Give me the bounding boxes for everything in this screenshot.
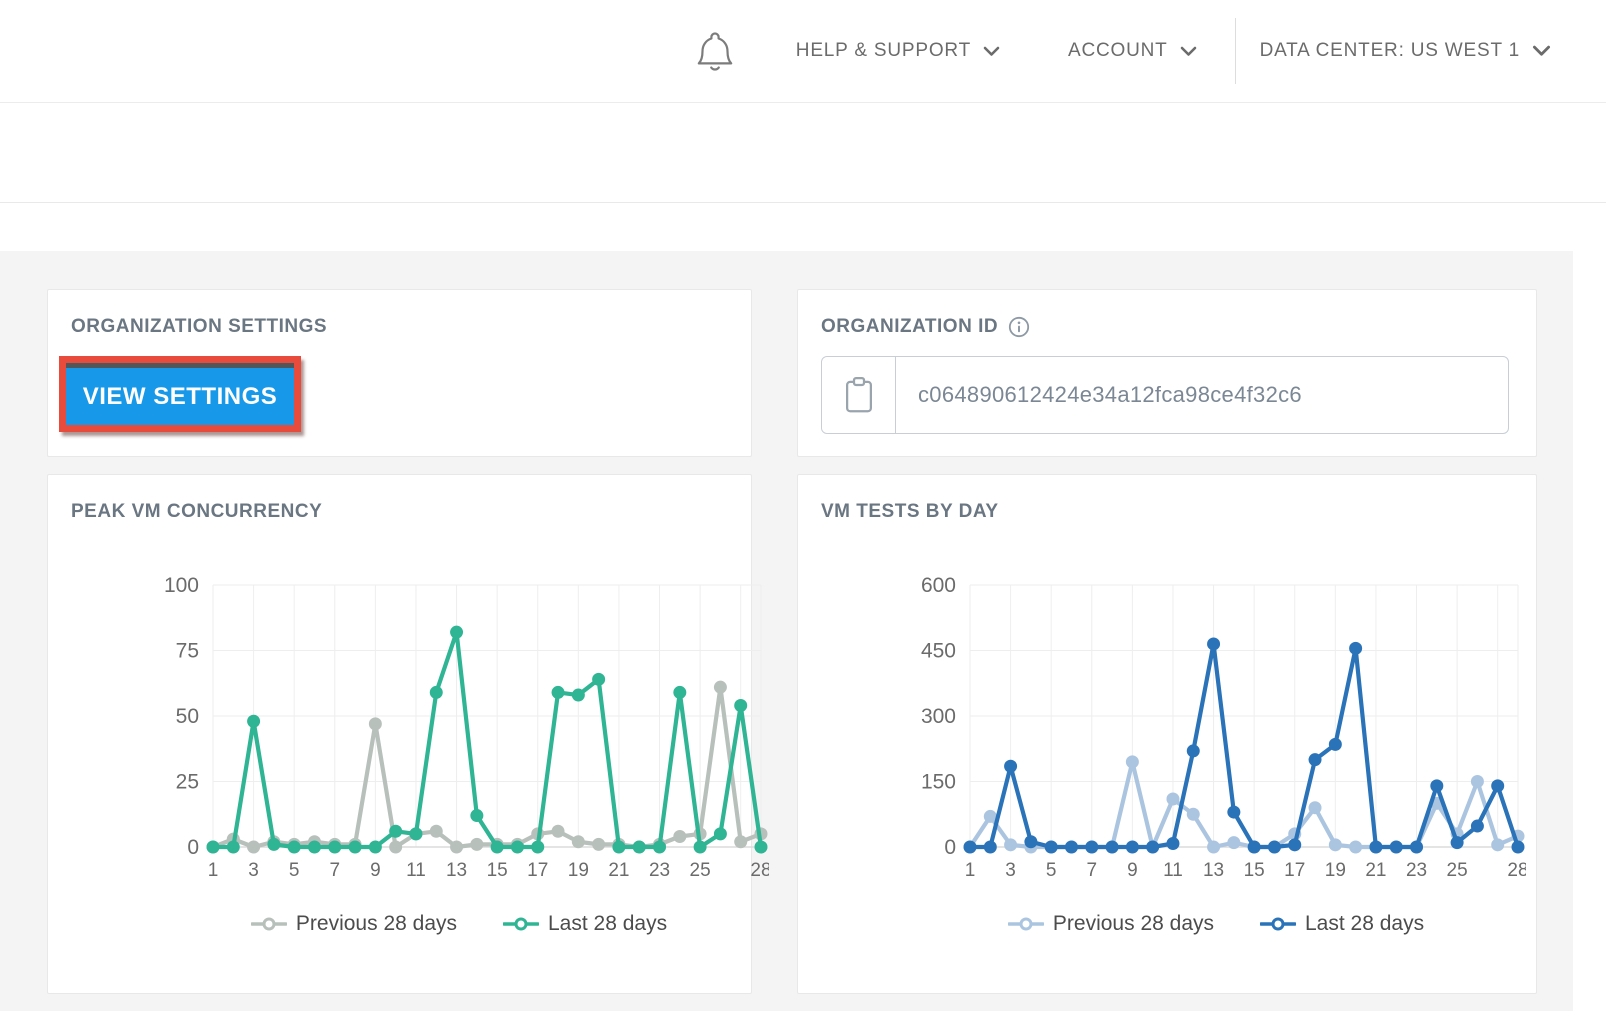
organization-settings-card: ORGANIZATION SETTINGS VIEW SETTINGS (47, 289, 752, 457)
legend-item-last-28-days: Last 28 days (1260, 912, 1424, 936)
nav-account-label: ACCOUNT (1068, 40, 1168, 62)
legend-marker-icon (1260, 916, 1296, 932)
svg-text:19: 19 (1325, 860, 1346, 881)
svg-text:23: 23 (1406, 860, 1427, 881)
nav-divider (1235, 18, 1236, 84)
peak-vm-concurrency-card: PEAK VM CONCURRENCY 02550751001357911131… (47, 474, 752, 994)
svg-text:15: 15 (1244, 860, 1265, 881)
dashboard-content: ORGANIZATION SETTINGS VIEW SETTINGS ORGA… (0, 251, 1573, 1011)
svg-text:11: 11 (1163, 860, 1183, 881)
svg-text:21: 21 (1365, 860, 1386, 881)
nav-help-support-label: HELP & SUPPORT (796, 40, 971, 62)
page-subheader-band (0, 203, 1606, 251)
copy-to-clipboard-button[interactable] (822, 357, 896, 433)
legend-label: Previous 28 days (1053, 912, 1214, 936)
chart-legend: Previous 28 days Last 28 days (149, 912, 769, 936)
svg-text:1: 1 (965, 860, 976, 881)
legend-marker-icon (251, 916, 287, 932)
svg-text:13: 13 (1203, 860, 1224, 881)
chart-legend: Previous 28 days Last 28 days (906, 912, 1526, 936)
peak-vm-concurrency-title: PEAK VM CONCURRENCY (71, 501, 751, 523)
clipboard-icon (844, 376, 874, 414)
nav-data-center[interactable]: DATA CENTER: US WEST 1 (1260, 40, 1551, 62)
svg-text:9: 9 (1127, 860, 1138, 881)
nav-help-support[interactable]: HELP & SUPPORT (796, 40, 1000, 62)
svg-text:7: 7 (1086, 860, 1097, 881)
chevron-down-icon (983, 46, 1000, 57)
organization-settings-title: ORGANIZATION SETTINGS (71, 316, 727, 338)
svg-text:300: 300 (921, 705, 956, 728)
chart-canvas: 015030045060013579111315171921232528 (906, 569, 1526, 901)
legend-marker-icon (503, 916, 539, 932)
svg-text:15: 15 (487, 860, 508, 881)
svg-text:21: 21 (608, 860, 629, 881)
organization-id-field: c064890612424e34a12fca98ce4f32c6 (821, 356, 1509, 434)
top-navigation: HELP & SUPPORT ACCOUNT DATA CENTER: US W… (0, 0, 1606, 103)
svg-text:17: 17 (527, 860, 548, 881)
legend-label: Last 28 days (548, 912, 667, 936)
chevron-down-icon (1180, 46, 1197, 57)
svg-text:5: 5 (289, 860, 300, 881)
svg-text:25: 25 (1447, 860, 1468, 881)
svg-text:5: 5 (1046, 860, 1057, 881)
svg-text:9: 9 (370, 860, 381, 881)
svg-text:50: 50 (176, 705, 199, 728)
peak-vm-concurrency-chart: 025507510013579111315171921232528Previou… (149, 569, 751, 936)
svg-text:0: 0 (187, 836, 199, 859)
legend-item-last-28-days: Last 28 days (503, 912, 667, 936)
organization-id-value[interactable]: c064890612424e34a12fca98ce4f32c6 (896, 357, 1302, 433)
vm-tests-by-day-chart: 015030045060013579111315171921232528Prev… (906, 569, 1536, 936)
legend-item-previous-28-days: Previous 28 days (1008, 912, 1214, 936)
svg-text:17: 17 (1284, 860, 1305, 881)
svg-text:3: 3 (248, 860, 259, 881)
svg-text:150: 150 (921, 771, 956, 794)
info-icon[interactable] (1008, 316, 1030, 338)
vm-tests-by-day-card: VM TESTS BY DAY 015030045060013579111315… (797, 474, 1537, 994)
nav-account[interactable]: ACCOUNT (1068, 40, 1197, 62)
svg-text:11: 11 (406, 860, 426, 881)
svg-text:13: 13 (446, 860, 467, 881)
view-settings-button[interactable]: VIEW SETTINGS (66, 363, 294, 425)
svg-text:25: 25 (176, 771, 199, 794)
svg-text:600: 600 (921, 574, 956, 597)
svg-text:1: 1 (208, 860, 219, 881)
svg-text:28: 28 (1507, 860, 1526, 881)
chart-canvas: 025507510013579111315171921232528 (149, 569, 769, 901)
svg-text:7: 7 (329, 860, 340, 881)
legend-label: Previous 28 days (296, 912, 457, 936)
svg-text:75: 75 (176, 640, 199, 663)
notifications-bell-icon[interactable] (696, 27, 734, 75)
nav-data-center-label: DATA CENTER: US WEST 1 (1260, 40, 1520, 62)
legend-item-previous-28-days: Previous 28 days (251, 912, 457, 936)
page-header-band (0, 103, 1606, 203)
svg-text:3: 3 (1005, 860, 1016, 881)
svg-text:23: 23 (649, 860, 670, 881)
svg-text:19: 19 (568, 860, 589, 881)
svg-text:25: 25 (690, 860, 711, 881)
svg-text:450: 450 (921, 640, 956, 663)
svg-text:100: 100 (164, 574, 199, 597)
annotation-highlight-box: VIEW SETTINGS (59, 356, 301, 432)
vm-tests-by-day-title: VM TESTS BY DAY (821, 501, 1536, 523)
organization-id-title: ORGANIZATION ID (821, 316, 998, 338)
svg-text:0: 0 (944, 836, 956, 859)
chevron-down-icon (1532, 45, 1551, 57)
svg-text:28: 28 (750, 860, 769, 881)
organization-id-card: ORGANIZATION ID c064890612424e34a12fca98… (797, 289, 1537, 457)
legend-marker-icon (1008, 916, 1044, 932)
legend-label: Last 28 days (1305, 912, 1424, 936)
